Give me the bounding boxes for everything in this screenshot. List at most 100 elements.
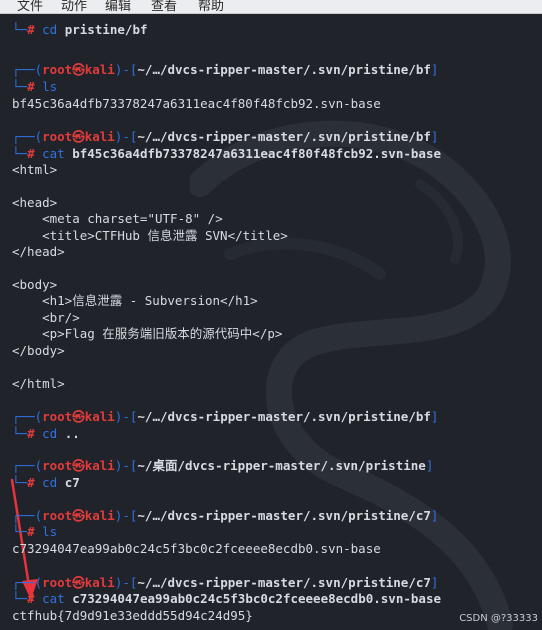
command-line: └─# cd ..: [12, 426, 80, 442]
prompt-frame: └─: [12, 524, 28, 539]
menu-view[interactable]: 查看: [151, 0, 177, 13]
prompt-frame: ┌──(: [12, 458, 43, 473]
prompt-path: ~/…/dvcs-ripper-master/.svn/pristine/bf: [137, 62, 431, 77]
command-name: cat: [42, 591, 65, 606]
command-name: ls: [42, 524, 58, 539]
output-text: <html>: [12, 162, 58, 177]
output-line: </head>: [12, 244, 65, 260]
command-name: cat: [42, 146, 65, 161]
output-line: <meta charset="UTF-8" />: [12, 211, 223, 227]
prompt-hash: #: [27, 524, 43, 539]
prompt-frame: └─: [12, 426, 28, 441]
prompt-path: ~/桌面/dvcs-ripper-master/.svn/pristine: [137, 458, 426, 473]
output-text: <br/>: [12, 310, 80, 325]
output-line: </html>: [12, 376, 65, 392]
command-arg: c73294047ea99ab0c24c5f3bc0c2fceeee8ecdb0…: [72, 591, 441, 606]
command-name: ls: [42, 79, 58, 94]
prompt-hash: #: [27, 426, 43, 441]
prompt-frame: ]: [430, 62, 439, 77]
prompt-path: ~/…/dvcs-ripper-master/.svn/pristine/bf: [137, 129, 431, 144]
command-name: cd: [42, 22, 58, 37]
command-line: └─# cd pristine/bf: [12, 22, 148, 38]
prompt-frame: └─: [12, 146, 28, 161]
prompt-path: ~/…/dvcs-ripper-master/.svn/pristine/c7: [137, 508, 431, 523]
prompt-frame: )-[: [114, 409, 138, 424]
output-line: </body>: [12, 343, 65, 359]
prompt-frame: )-[: [114, 129, 138, 144]
prompt-frame: └─: [12, 22, 28, 37]
prompt-frame: )-[: [114, 575, 138, 590]
menu-help[interactable]: 帮助: [198, 0, 224, 13]
prompt-frame: ]: [430, 575, 439, 590]
prompt-frame: └─: [12, 591, 28, 606]
command-name: cd: [42, 426, 58, 441]
prompt-frame: ]: [430, 508, 439, 523]
output-text: c73294047ea99ab0c24c5f3bc0c2fceeee8ecdb0…: [12, 541, 381, 556]
prompt-frame: └─: [12, 475, 28, 490]
output-line: <body>: [12, 277, 57, 293]
menu-file[interactable]: 文件: [17, 0, 43, 13]
prompt-hash: #: [27, 475, 43, 490]
prompt-frame: ]: [430, 409, 439, 424]
prompt-frame: ]: [430, 129, 439, 144]
prompt-header: ┌──(root㉿kali)-[~/…/dvcs-ripper-master/.…: [12, 62, 438, 78]
prompt-hash: #: [27, 79, 43, 94]
output-line: bf45c36a4dfb73378247a6311eac4f80f48fcb92…: [12, 96, 381, 112]
command-line: └─# ls: [12, 524, 57, 540]
prompt-header: ┌──(root㉿kali)-[~/桌面/dvcs-ripper-master/…: [12, 458, 433, 474]
menu-action[interactable]: 动作: [61, 0, 87, 13]
prompt-frame: ┌──(: [12, 409, 43, 424]
output-text: <title>CTFHub 信息泄露 SVN</title>: [12, 228, 288, 243]
csdn-watermark: CSDN @?33333: [459, 613, 538, 624]
prompt-frame: └─: [12, 79, 28, 94]
output-line: <p>Flag 在服务端旧版本的源代码中</p>: [12, 326, 282, 342]
output-line: <title>CTFHub 信息泄露 SVN</title>: [12, 228, 288, 244]
output-line: <html>: [12, 162, 57, 178]
prompt-frame: ┌──(: [12, 129, 43, 144]
output-text: </head>: [12, 244, 65, 259]
prompt-frame: ┌──(: [12, 62, 43, 77]
prompt-header: ┌──(root㉿kali)-[~/…/dvcs-ripper-master/.…: [12, 508, 438, 524]
prompt-frame: )-[: [114, 508, 138, 523]
output-text: <body>: [12, 277, 58, 292]
command-arg: ..: [64, 426, 80, 441]
prompt-header: ┌──(root㉿kali)-[~/…/dvcs-ripper-master/.…: [12, 575, 438, 591]
output-text: <head>: [12, 195, 58, 210]
prompt-hash: #: [27, 591, 43, 606]
output-text: <h1>信息泄露 - Subversion</h1>: [12, 293, 258, 308]
prompt-user: root㉿kali: [42, 575, 115, 590]
prompt-frame: )-[: [114, 458, 138, 473]
prompt-user: root㉿kali: [42, 508, 115, 523]
prompt-header: ┌──(root㉿kali)-[~/…/dvcs-ripper-master/.…: [12, 129, 438, 145]
command-line: └─# cd c7: [12, 475, 80, 491]
command-line: └─# cat c73294047ea99ab0c24c5f3bc0c2fcee…: [12, 591, 441, 607]
prompt-frame: ]: [425, 458, 434, 473]
output-line: c73294047ea99ab0c24c5f3bc0c2fceeee8ecdb0…: [12, 541, 381, 557]
command-name: cd: [42, 475, 58, 490]
prompt-frame: )-[: [114, 62, 138, 77]
command-arg: bf45c36a4dfb73378247a6311eac4f80f48fcb92…: [72, 146, 441, 161]
prompt-user: root㉿kali: [42, 129, 115, 144]
output-text: <p>Flag 在服务端旧版本的源代码中</p>: [12, 326, 283, 341]
output-line: <h1>信息泄露 - Subversion</h1>: [12, 293, 258, 309]
output-line: ctfhub{7d9d91e33eddd55d94c24d95}: [12, 608, 253, 624]
menu-edit[interactable]: 编辑: [105, 0, 131, 13]
menu-bar: 文件 动作 编辑 查看 帮助: [0, 0, 542, 14]
prompt-frame: ┌──(: [12, 508, 43, 523]
prompt-path: ~/…/dvcs-ripper-master/.svn/pristine/c7: [137, 575, 431, 590]
terminal-window: 文件 动作 编辑 查看 帮助 CSDN @?33333 └─# cd prist…: [0, 0, 542, 630]
terminal-output[interactable]: CSDN @?33333 └─# cd pristine/bf ┌──(root㉿…: [0, 14, 542, 630]
command-line: └─# cat bf45c36a4dfb73378247a6311eac4f80…: [12, 146, 441, 162]
prompt-path: ~/…/dvcs-ripper-master/.svn/pristine/bf: [137, 409, 431, 424]
prompt-hash: #: [27, 22, 43, 37]
output-text: </html>: [12, 376, 65, 391]
command-arg: c7: [64, 475, 80, 490]
output-line: <head>: [12, 195, 57, 211]
prompt-user: root㉿kali: [42, 458, 115, 473]
output-text: </body>: [12, 343, 65, 358]
prompt-user: root㉿kali: [42, 62, 115, 77]
output-text: <meta charset="UTF-8" />: [12, 211, 223, 226]
output-text: bf45c36a4dfb73378247a6311eac4f80f48fcb92…: [12, 96, 381, 111]
prompt-frame: ┌──(: [12, 575, 43, 590]
command-line: └─# ls: [12, 79, 57, 95]
